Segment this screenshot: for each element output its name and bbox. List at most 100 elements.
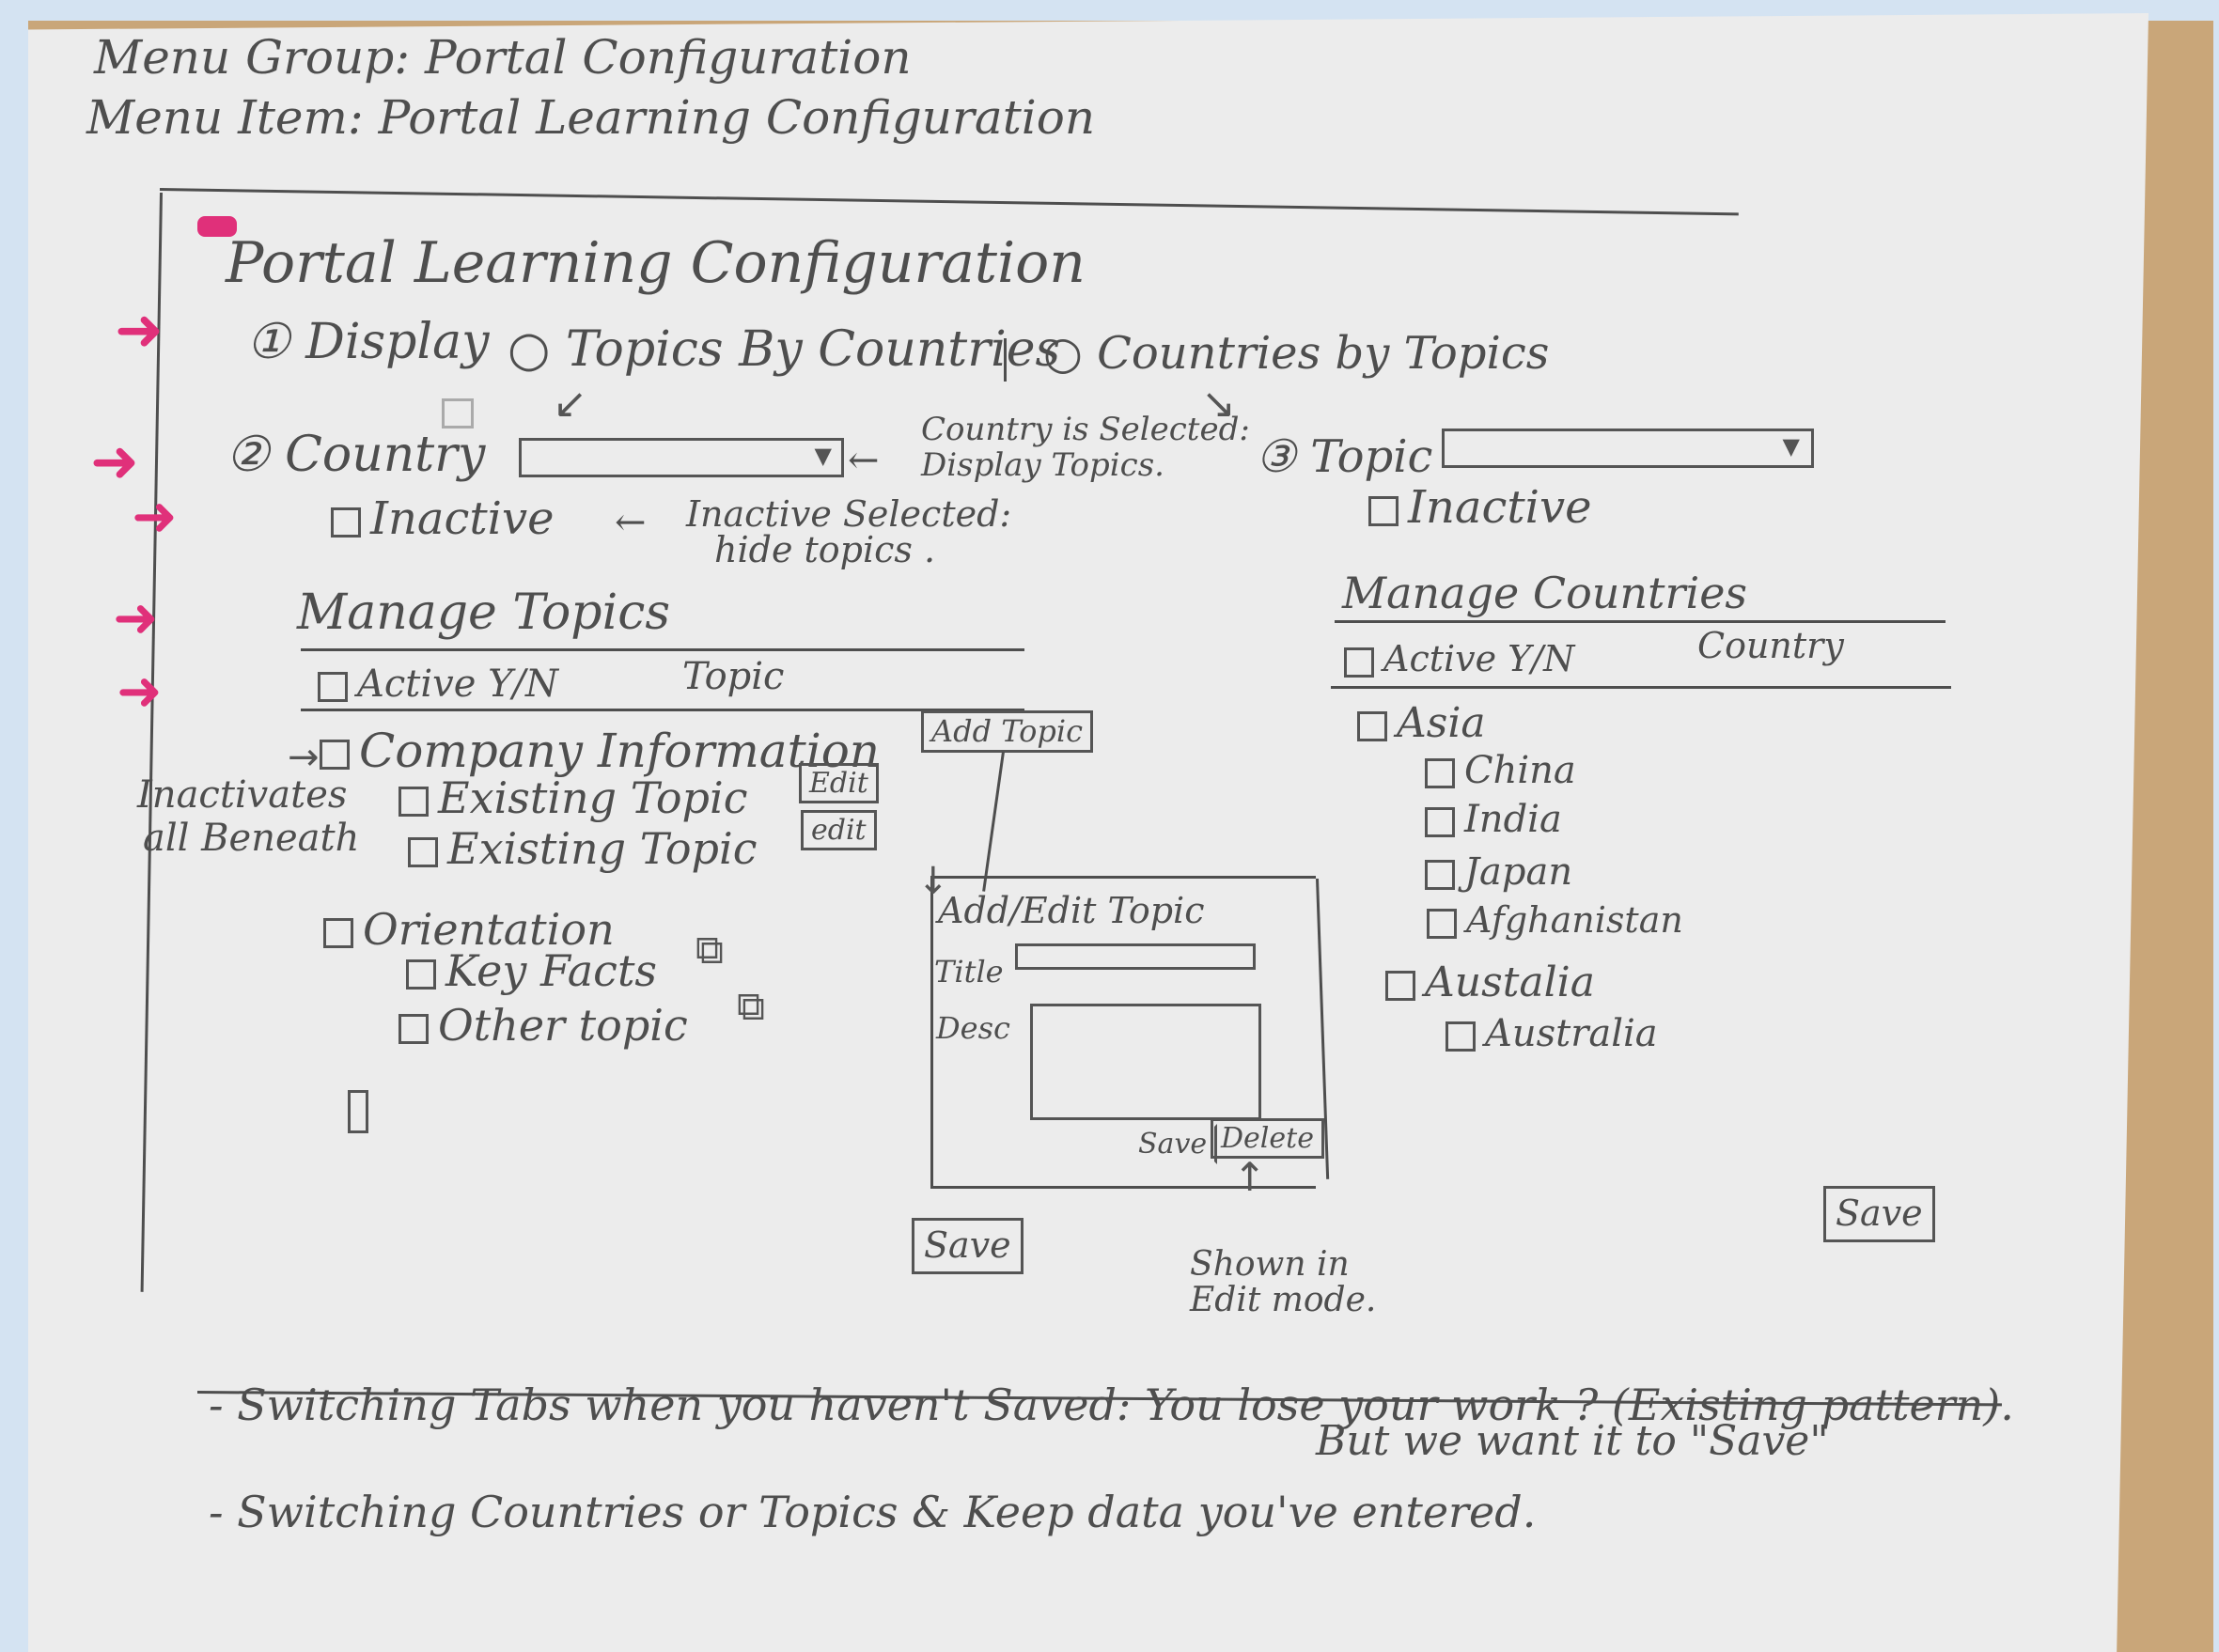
topics-header-line (301, 648, 1024, 651)
highlight-arrow: ➜ (117, 659, 163, 723)
country-dropdown[interactable]: ▼ (519, 438, 844, 477)
checkbox-icon (406, 959, 436, 990)
window-left-border (0, 0, 28, 1652)
topic-label: ③ Topic (1256, 430, 1433, 483)
checkbox-icon (331, 507, 361, 538)
edit-external-icon[interactable]: ⧉ (695, 930, 724, 970)
topic-row[interactable]: Other topic (398, 1004, 688, 1047)
checkbox-icon (398, 1014, 429, 1044)
country-name: China (1464, 749, 1576, 792)
checkbox-icon (398, 787, 429, 817)
arrow-down-left-icon: ↙ (553, 380, 587, 428)
topics-col-active: Active Y/N (318, 665, 558, 703)
countries-col-active: Active Y/N (1344, 641, 1574, 678)
topic-row[interactable]: Key Facts (406, 949, 657, 992)
window-right-border (2213, 0, 2219, 1652)
add-topic-button[interactable]: Add Topic (921, 710, 1094, 754)
highlight-arrow: ➜ (115, 295, 164, 364)
checkbox-icon (1344, 647, 1374, 678)
checkbox-icon (1368, 495, 1399, 526)
edit-external-icon[interactable]: ⧉ (737, 987, 765, 1026)
topic-inactive-label: Inactive (1408, 481, 1592, 534)
topic-row[interactable]: Existing Topic (398, 776, 747, 819)
region-name: Austalia (1425, 958, 1595, 1006)
checkbox-icon (320, 740, 350, 770)
panel-top-line (930, 876, 1316, 879)
countries-header-bottom-line (1331, 686, 1951, 689)
region-row[interactable]: Asia (1357, 703, 1486, 744)
display-label: ① Display (246, 314, 490, 370)
checkbox-icon (1425, 807, 1455, 837)
inactivates-note-line2: all Beneath (143, 817, 360, 860)
country-row[interactable]: Japan (1425, 853, 1572, 891)
desc-textarea[interactable] (1030, 1004, 1261, 1120)
topic-row-name: Existing Topic (438, 772, 748, 823)
checkbox-icon (1357, 710, 1387, 741)
inactivates-note-line1: Inactivates (137, 773, 348, 817)
region-name: Asia (1397, 699, 1486, 747)
country-name: Afghanistan (1466, 899, 1683, 941)
title-input[interactable] (1015, 943, 1256, 970)
topics-save-button[interactable]: Save (912, 1218, 1024, 1274)
country-row[interactable]: Australia (1445, 1015, 1658, 1052)
arrow-left-icon: ← (615, 501, 647, 544)
countries-col-active-label: Active Y/N (1383, 638, 1575, 679)
page-title: Portal Learning Configuration (226, 230, 1086, 296)
country-row[interactable]: China (1425, 752, 1576, 789)
highlight-arrow: ➜ (132, 484, 178, 548)
checkbox-icon (1425, 758, 1455, 788)
country-name: Japan (1464, 850, 1573, 894)
topic-row-name: Other topic (438, 1000, 688, 1051)
checkbox-icon (1427, 908, 1457, 939)
country-label: ② Country (226, 427, 486, 483)
inactive-note-line1: Inactive Selected: (686, 493, 1012, 535)
panel-save-button[interactable]: Save (1128, 1124, 1218, 1164)
topics-col-topic: Topic (682, 655, 785, 698)
countries-col-country: Country (1697, 625, 1844, 666)
country-note-line1: Country is Selected: (921, 411, 1250, 448)
note-line1b: But we want it to "Save" (1316, 1417, 1829, 1465)
topic-group-row[interactable]: Company Information (320, 727, 880, 774)
highlight-arrow: ➜ (90, 427, 139, 495)
radio-icon: ○ (508, 321, 566, 378)
panel-delete-button[interactable]: Delete (1211, 1118, 1324, 1159)
menu-item-text: Menu Item: Portal Learning Configuration (86, 90, 1096, 145)
topic-dropdown[interactable]: ▼ (1442, 429, 1814, 468)
manage-countries-title: Manage Countries (1342, 568, 1748, 618)
region-row[interactable]: Austalia (1385, 962, 1595, 1004)
radio-topics-by-countries-label: Topics By Countries (565, 321, 1061, 378)
topic-inactive-checkbox[interactable]: Inactive (1368, 485, 1592, 530)
edit-topic-button[interactable]: edit (801, 810, 877, 850)
edit-mode-note-line2: Edit mode. (1190, 1281, 1377, 1319)
edit-topic-button[interactable]: Edit (799, 763, 879, 803)
radio-icon: ○ (1043, 327, 1098, 380)
checkbox-icon (1425, 860, 1455, 890)
checkbox-icon (1445, 1021, 1476, 1052)
arrow-up-icon: ↑ (1233, 1154, 1267, 1200)
topic-row[interactable]: Existing Topic (408, 827, 757, 870)
highlight-arrow: ➜ (113, 585, 159, 649)
checkbox-icon (323, 918, 353, 948)
checkbox-icon (1385, 970, 1415, 1001)
menu-group-text: Menu Group: Portal Configuration (94, 30, 912, 85)
topics-col-active-label: Active Y/N (357, 662, 559, 706)
panel-left-line (930, 879, 933, 1189)
country-name: Australia (1485, 1012, 1658, 1055)
faint-checkbox (348, 1090, 368, 1133)
topic-row-name: Key Facts (445, 945, 658, 996)
country-name: India (1464, 798, 1562, 841)
radio-countries-by-topics[interactable]: ○ Countries by Topics (1043, 331, 1549, 376)
faint-checkbox (442, 398, 474, 429)
note-line2: - Switching Countries or Topics & Keep d… (209, 1487, 1537, 1537)
country-inactive-checkbox[interactable]: Inactive (331, 496, 555, 541)
countries-header-line (1335, 620, 1946, 623)
chevron-down-icon: ▼ (1782, 433, 1800, 460)
country-row[interactable]: Afghanistan (1427, 902, 1683, 939)
desc-field-label: Desc (936, 1010, 1010, 1046)
edit-mode-note-line1: Shown in (1190, 1245, 1350, 1284)
country-inactive-label: Inactive (370, 492, 555, 545)
countries-save-button[interactable]: Save (1823, 1186, 1935, 1242)
topics-header-bottom-line (301, 709, 1024, 711)
radio-topics-by-countries[interactable]: ○ Topics By Countries (508, 325, 1060, 374)
country-row[interactable]: India (1425, 801, 1562, 838)
